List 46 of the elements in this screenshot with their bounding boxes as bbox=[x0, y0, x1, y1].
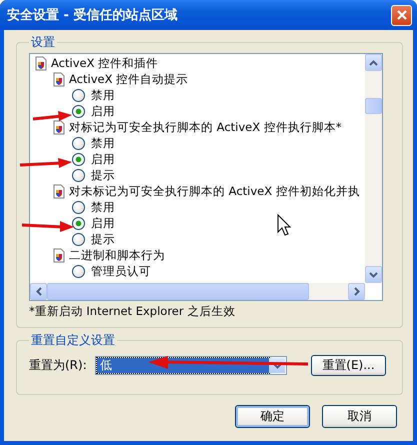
setting-label: 二进制和脚本行为 bbox=[69, 248, 165, 262]
radio-option[interactable]: 提示 bbox=[30, 231, 365, 247]
settings-icon bbox=[53, 120, 65, 134]
radio-option[interactable]: 禁用 bbox=[30, 87, 365, 103]
setting-label: 对未标记为可安全执行脚本的 ActiveX 控件初始化并执 bbox=[69, 184, 360, 198]
window-title: 安全设置 - 受信任的站点区域 bbox=[7, 6, 178, 24]
radio-option[interactable]: 禁用 bbox=[30, 199, 365, 215]
dialog-button[interactable]: 确定 bbox=[235, 405, 310, 428]
close-button[interactable] bbox=[391, 4, 412, 26]
horizontal-scrollbar[interactable] bbox=[30, 283, 365, 300]
setting-label: 对标记为可安全执行脚本的 ActiveX 控件执行脚本* bbox=[69, 120, 342, 134]
annotation-arrow bbox=[32, 111, 72, 121]
chevron-down-icon bbox=[272, 362, 282, 368]
reset-button[interactable]: 重置(E)... bbox=[311, 355, 386, 376]
settings-icon bbox=[53, 184, 65, 198]
scroll-down-button[interactable] bbox=[365, 266, 382, 283]
group-legend: 设置 bbox=[29, 34, 57, 51]
annotation-arrow bbox=[22, 221, 74, 232]
scroll-thumb[interactable] bbox=[365, 98, 382, 114]
chevron-right-icon bbox=[354, 287, 360, 296]
setting-label: ActiveX 控件自动提示 bbox=[69, 72, 188, 86]
radio-option[interactable]: 提示 bbox=[30, 167, 365, 183]
restart-note: *重新启动 Internet Explorer 之后生效 bbox=[29, 303, 236, 320]
scroll-left-button[interactable] bbox=[30, 283, 47, 300]
dialog-button[interactable]: 取消 bbox=[322, 405, 397, 428]
chevron-up-icon bbox=[369, 60, 378, 66]
radio-option[interactable]: 启用 bbox=[30, 151, 365, 167]
chevron-left-icon bbox=[36, 287, 42, 296]
radio-option[interactable]: 管理员认可 bbox=[30, 263, 365, 279]
radio-option[interactable]: 禁用 bbox=[30, 135, 365, 151]
close-icon bbox=[396, 9, 408, 21]
radio-option[interactable]: 启用 bbox=[30, 103, 365, 119]
settings-icon bbox=[53, 72, 65, 86]
scroll-right-button[interactable] bbox=[348, 283, 365, 300]
vertical-scrollbar[interactable] bbox=[365, 54, 382, 283]
scroll-up-button[interactable] bbox=[365, 54, 382, 71]
group-legend: 重置自定义设置 bbox=[29, 332, 117, 349]
mouse-cursor-icon bbox=[278, 214, 292, 236]
settings-icon bbox=[35, 56, 47, 70]
category-label: ActiveX 控件和插件 bbox=[51, 56, 158, 70]
scroll-thumb[interactable] bbox=[47, 283, 309, 300]
settings-icon bbox=[53, 248, 65, 262]
chevron-down-icon bbox=[369, 272, 378, 278]
radio-option[interactable]: 启用 bbox=[30, 215, 365, 231]
reset-label: 重置为(R): bbox=[29, 357, 88, 374]
annotation-arrow bbox=[20, 158, 72, 168]
